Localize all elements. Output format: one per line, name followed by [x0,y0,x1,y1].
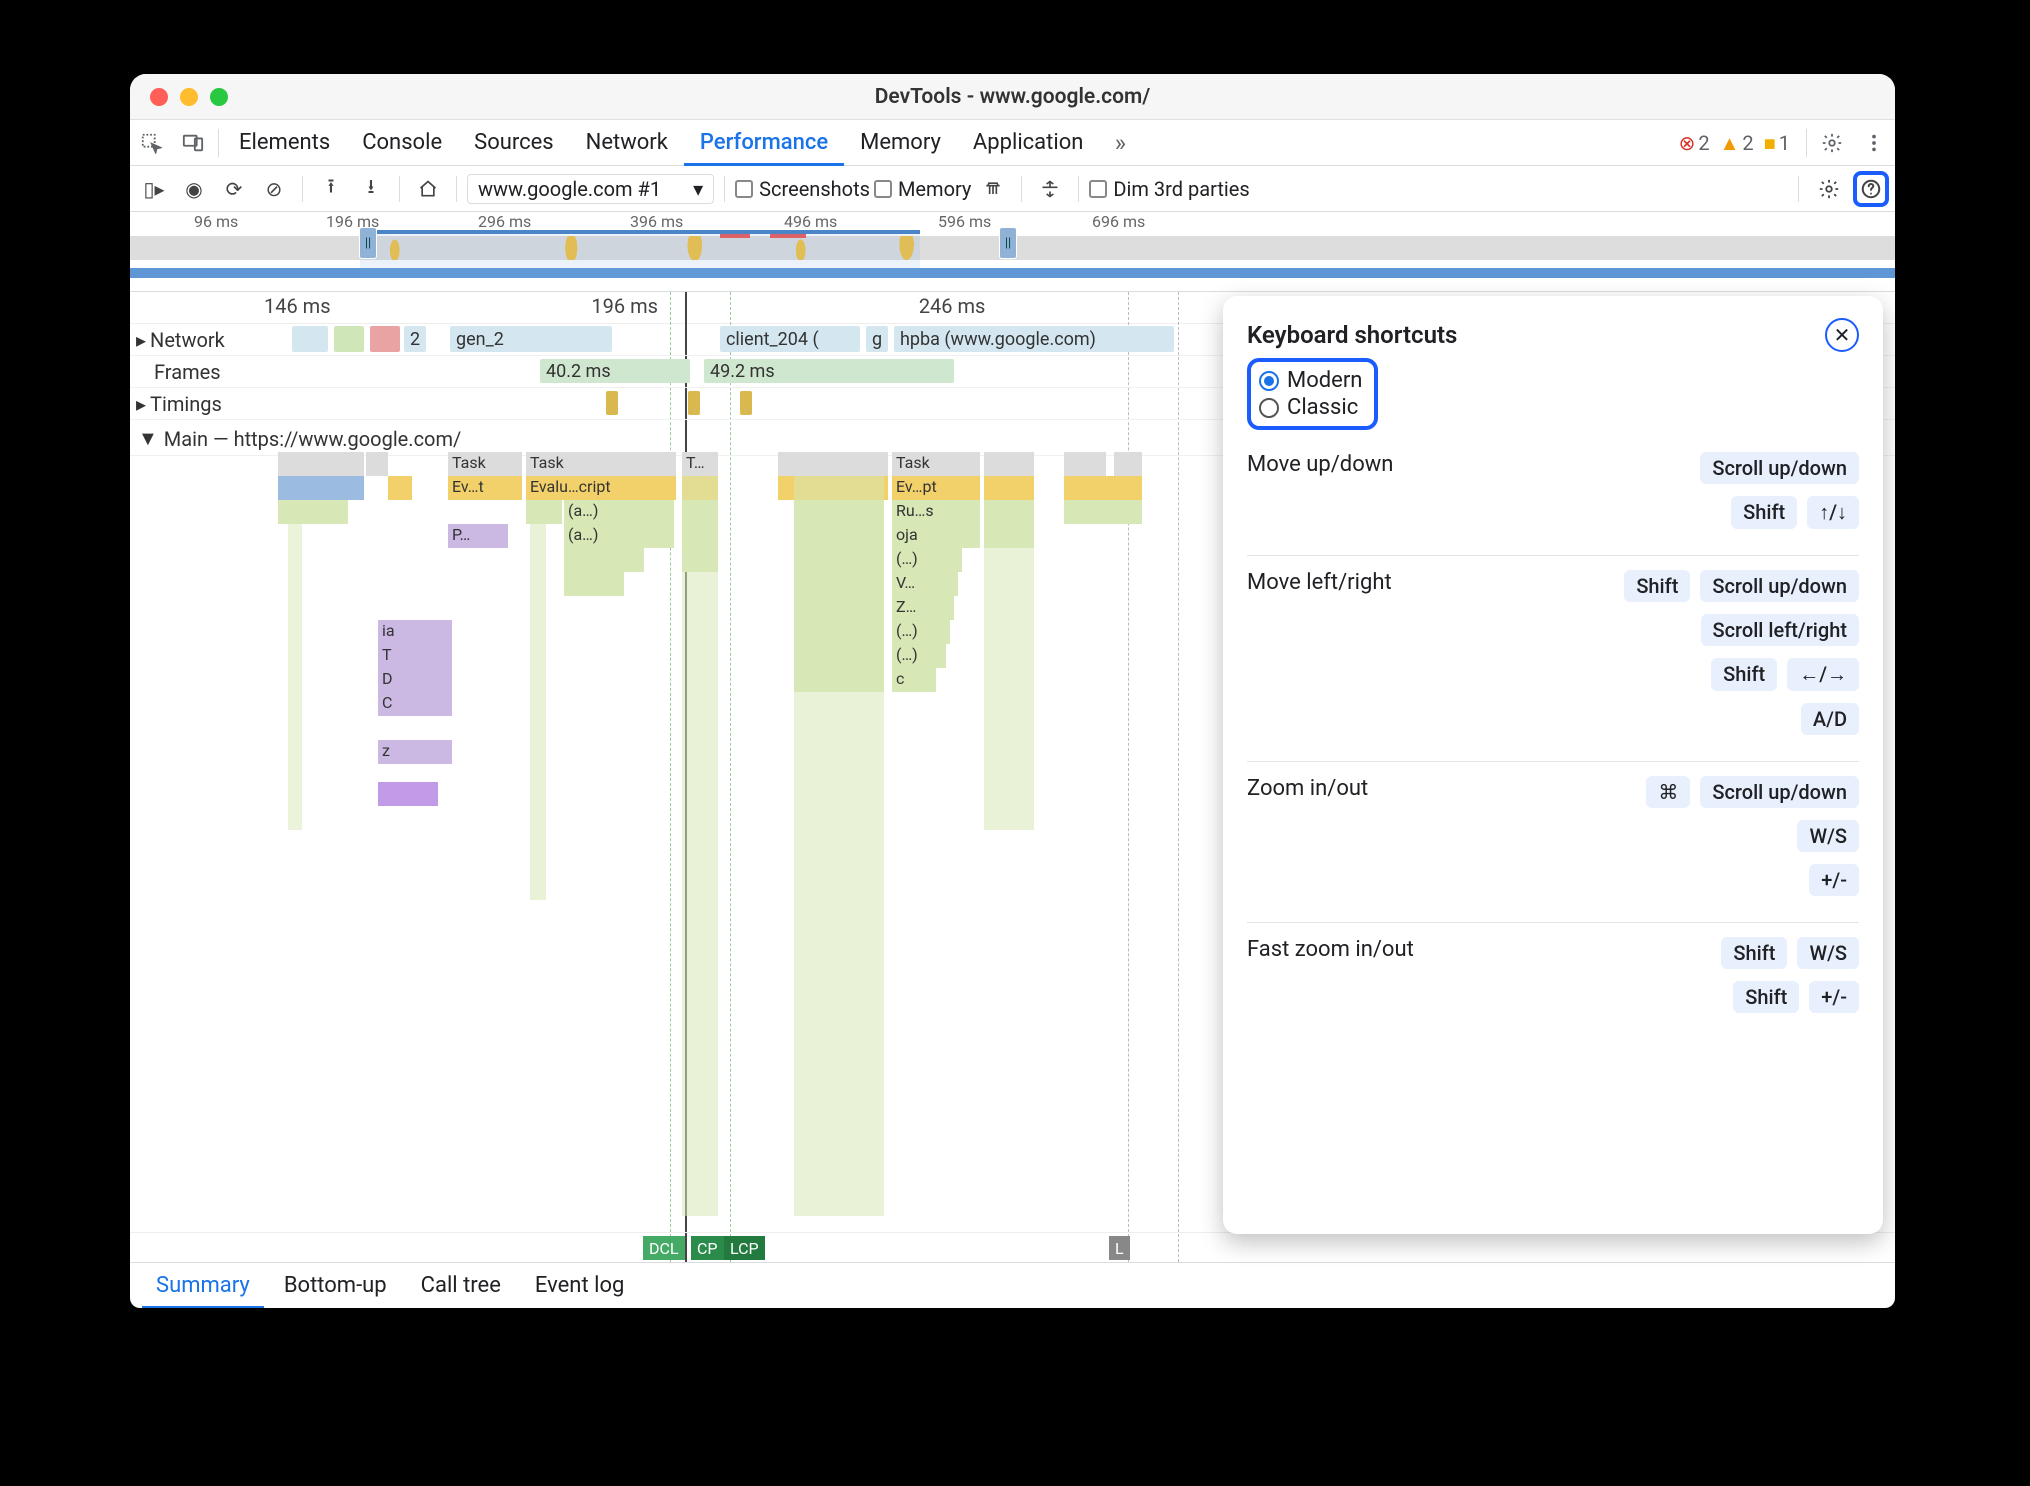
key-chip: Shift [1711,658,1777,691]
key-chip: Shift [1731,496,1797,529]
inspect-element-icon[interactable] [130,120,172,166]
shortcut-label: Fast zoom in/out [1247,937,1707,962]
warning-icon: ▲ [1720,133,1740,153]
disclosure-icon[interactable]: ▸ [136,392,146,416]
download-icon[interactable]: ⭳ [353,171,389,207]
shortcut-preset-radio-group: Modern Classic [1247,358,1378,430]
tab-call-tree[interactable]: Call tree [407,1263,515,1309]
window-controls [150,88,228,106]
shortcut-label: Move left/right [1247,570,1610,595]
overview-left-handle[interactable]: || [360,228,376,258]
disclosure-icon[interactable]: ▼ [138,426,158,451]
tab-summary[interactable]: Summary [142,1263,264,1309]
key-chip: A/D [1801,703,1859,735]
popup-title: Keyboard shortcuts [1247,321,1457,349]
capture-settings-icon[interactable] [1811,171,1847,207]
collect-garbage-icon[interactable] [975,171,1011,207]
radio-classic[interactable]: Classic [1259,395,1362,420]
reload-record-icon[interactable]: ⟳ [216,171,252,207]
memory-checkbox[interactable]: Memory [874,177,971,201]
details-tabs: Summary Bottom-up Call tree Event log [130,1262,1895,1308]
window-minimize-button[interactable] [180,88,198,106]
window-close-button[interactable] [150,88,168,106]
key-chip: Shift [1733,981,1799,1013]
performance-toolbar: ▯▸ ◉ ⟳ ⊘ ⭱ ⭳ www.google.com #1 ▾ Screens… [130,166,1895,212]
device-toggle-icon[interactable] [172,120,214,166]
settings-icon[interactable] [1811,120,1853,166]
marker-load[interactable]: L [1109,1236,1130,1260]
devtools-tabs: Elements Console Sources Network Perform… [130,120,1895,166]
clear-icon[interactable]: ⊘ [256,171,292,207]
window-zoom-button[interactable] [210,88,228,106]
key-chip: ↑/↓ [1807,496,1859,529]
error-icon: ⊗ [1679,133,1696,153]
keyboard-shortcuts-panel: Keyboard shortcuts ✕ Modern Classic Move… [1223,296,1883,1234]
issue-counters[interactable]: ⊗2 ▲2 ■1 [1679,131,1790,155]
record-icon[interactable]: ◉ [176,171,212,207]
key-chip: +/- [1809,981,1859,1013]
errors-badge[interactable]: ⊗2 [1679,131,1710,155]
breadcrumbs-icon[interactable] [1032,171,1068,207]
upload-icon[interactable]: ⭱ [313,171,349,207]
key-chip: W/S [1797,820,1859,852]
shortcuts-help-icon[interactable] [1853,171,1889,207]
chevron-down-icon: ▾ [693,177,703,201]
close-icon[interactable]: ✕ [1825,318,1859,352]
dim-3rd-parties-checkbox[interactable]: Dim 3rd parties [1089,177,1249,201]
key-chip: ⌘ [1646,776,1690,808]
shortcut-label: Move up/down [1247,452,1686,477]
overview-selection[interactable] [360,230,920,278]
shortcut-label: Zoom in/out [1247,776,1632,801]
recording-select[interactable]: www.google.com #1 ▾ [467,174,714,204]
tab-sources[interactable]: Sources [458,120,570,166]
key-chip: Scroll up/down [1700,452,1859,484]
tab-event-log[interactable]: Event log [521,1263,638,1309]
key-chip: Scroll up/down [1700,776,1859,808]
kebab-menu-icon[interactable] [1853,120,1895,166]
disclosure-icon[interactable]: ▸ [136,328,146,352]
toggle-panel-icon[interactable]: ▯▸ [136,171,172,207]
devtools-window: DevTools - www.google.com/ Elements Cons… [130,74,1895,1308]
key-chip: Scroll up/down [1700,570,1859,602]
radio-modern[interactable]: Modern [1259,368,1362,393]
screenshots-checkbox[interactable]: Screenshots [735,177,870,201]
warnings-badge[interactable]: ▲2 [1720,131,1754,155]
home-icon[interactable] [410,171,446,207]
tab-elements[interactable]: Elements [223,120,346,166]
tab-console[interactable]: Console [346,120,458,166]
key-chip: ←/→ [1787,658,1859,691]
window-titlebar: DevTools - www.google.com/ [130,74,1895,120]
key-chip: +/- [1809,864,1859,896]
issue-icon: ■ [1764,133,1776,153]
key-chip: Shift [1624,570,1690,602]
other-issues-badge[interactable]: ■1 [1764,131,1790,155]
overview-right-handle[interactable]: || [1000,228,1016,258]
overview-track[interactable]: 96 ms 196 ms 296 ms 396 ms 496 ms 596 ms… [130,212,1895,292]
more-tabs-icon[interactable]: » [1099,120,1141,166]
tab-network[interactable]: Network [570,120,684,166]
key-chip: Shift [1721,937,1787,969]
tab-bottom-up[interactable]: Bottom-up [270,1263,401,1309]
key-chip: Scroll left/right [1701,614,1860,646]
tab-performance[interactable]: Performance [684,120,844,166]
window-title: DevTools - www.google.com/ [130,85,1895,109]
marker-dcl[interactable]: DCL [643,1236,685,1260]
timing-markers: DCL CP LCP L [130,1232,1895,1262]
tab-memory[interactable]: Memory [844,120,957,166]
marker-fcp[interactable]: CP [691,1236,724,1260]
marker-lcp[interactable]: LCP [724,1236,765,1260]
tab-application[interactable]: Application [957,120,1099,166]
key-chip: W/S [1797,937,1859,969]
